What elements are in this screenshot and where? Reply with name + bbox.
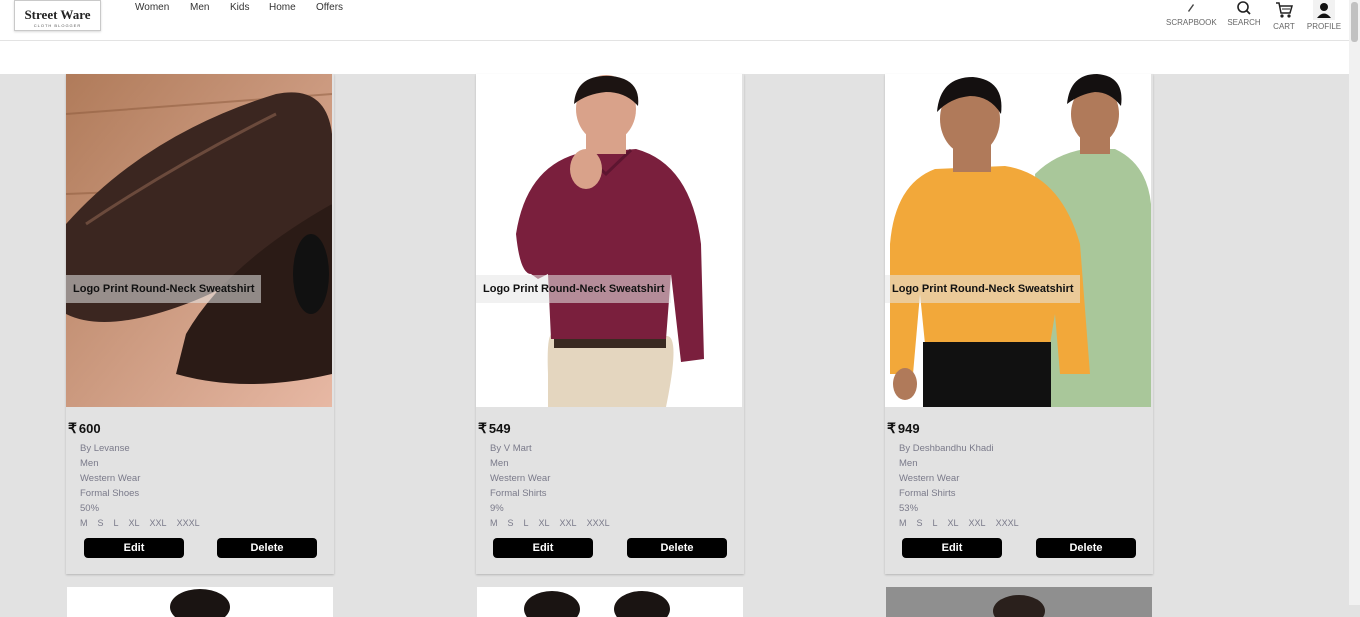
size-option[interactable]: S: [98, 518, 104, 528]
product-gender: Men: [80, 458, 99, 469]
shoes-image: [66, 74, 332, 407]
maroon-shirt-image: [476, 74, 742, 407]
nav-women[interactable]: Women: [135, 2, 169, 13]
product-card-partial[interactable]: [67, 587, 333, 617]
product-title: Logo Print Round-Neck Sweatshirt: [476, 275, 671, 303]
nav-men[interactable]: Men: [190, 2, 209, 13]
size-option[interactable]: XXL: [150, 518, 167, 528]
size-option[interactable]: XXXL: [177, 518, 200, 528]
profile-button[interactable]: PROFILE: [1306, 0, 1342, 31]
product-subcategory: Formal Shirts: [490, 488, 547, 499]
size-option[interactable]: XL: [539, 518, 550, 528]
product-gender: Men: [490, 458, 509, 469]
size-option[interactable]: XXL: [560, 518, 577, 528]
size-option[interactable]: XXXL: [996, 518, 1019, 528]
product-gender: Men: [899, 458, 918, 469]
size-option[interactable]: M: [490, 518, 498, 528]
product-image[interactable]: Logo Print Round-Neck Sweatshirt: [476, 74, 742, 407]
size-option[interactable]: S: [508, 518, 514, 528]
size-list: M S L XL XXL XXXL: [80, 518, 210, 528]
product-brand: By Deshbandhu Khadi: [899, 443, 994, 454]
product-image-partial: [993, 595, 1045, 617]
cart-icon: [1276, 2, 1293, 18]
pencil-icon: [1188, 4, 1194, 12]
size-list: M S L XL XXL XXXL: [899, 518, 1029, 528]
search-button[interactable]: SEARCH: [1226, 0, 1262, 27]
nav-kids[interactable]: Kids: [230, 2, 249, 13]
size-option[interactable]: XL: [948, 518, 959, 528]
product-title: Logo Print Round-Neck Sweatshirt: [66, 275, 261, 303]
product-category: Western Wear: [80, 473, 141, 484]
product-brand: By V Mart: [490, 443, 532, 454]
logo-title: Street Ware: [24, 7, 91, 22]
user-icon: [1313, 0, 1335, 20]
vertical-scrollbar[interactable]: [1349, 0, 1360, 605]
scrollbar-thumb[interactable]: [1351, 2, 1358, 42]
rupee-icon: ₹: [887, 420, 896, 436]
product-category: Western Wear: [899, 473, 960, 484]
product-image-partial: [170, 589, 230, 617]
size-option[interactable]: XL: [129, 518, 140, 528]
product-discount: 9%: [490, 503, 504, 514]
product-image[interactable]: Logo Print Round-Neck Sweatshirt: [66, 74, 332, 407]
size-option[interactable]: M: [899, 518, 907, 528]
formal-shirts-image: [885, 74, 1151, 407]
product-brand: By Levanse: [80, 443, 130, 454]
scrapbook-button[interactable]: SCRAPBOOK: [1166, 0, 1217, 27]
edit-button[interactable]: Edit: [493, 538, 593, 558]
product-image[interactable]: Logo Print Round-Neck Sweatshirt: [885, 74, 1151, 407]
size-list: M S L XL XXL XXXL: [490, 518, 620, 528]
product-card: Logo Print Round-Neck Sweatshirt ₹949 By…: [885, 74, 1153, 574]
product-price: ₹949: [887, 420, 920, 437]
product-subcategory: Formal Shoes: [80, 488, 140, 499]
nav-offers[interactable]: Offers: [316, 2, 343, 13]
rupee-icon: ₹: [68, 420, 77, 436]
product-category: Western Wear: [490, 473, 551, 484]
product-subcategory: Formal Shirts: [899, 488, 956, 499]
product-card-partial[interactable]: [477, 587, 743, 617]
subheader-strip: [0, 41, 1349, 74]
product-card: Logo Print Round-Neck Sweatshirt ₹600 By…: [66, 74, 334, 574]
brand-logo[interactable]: Street Ware CLOTH BLOGGER: [14, 0, 101, 31]
size-option[interactable]: L: [524, 518, 529, 528]
edit-button[interactable]: Edit: [84, 538, 184, 558]
cart-button[interactable]: CART: [1270, 0, 1298, 31]
price-value: 549: [488, 421, 511, 436]
product-title: Logo Print Round-Neck Sweatshirt: [885, 275, 1080, 303]
product-price: ₹549: [478, 420, 511, 437]
product-card-partial[interactable]: [886, 587, 1152, 617]
size-option[interactable]: XXL: [969, 518, 986, 528]
price-value: 949: [897, 421, 920, 436]
edit-button[interactable]: Edit: [902, 538, 1002, 558]
product-discount: 53%: [899, 503, 919, 514]
price-value: 600: [78, 421, 101, 436]
logo-subtitle: CLOTH BLOGGER: [33, 23, 82, 28]
cart-label: CART: [1273, 22, 1295, 31]
size-option[interactable]: L: [114, 518, 119, 528]
size-option[interactable]: XXXL: [587, 518, 610, 528]
top-header: Street Ware CLOTH BLOGGER Women Men Kids…: [0, 0, 1349, 41]
search-label: SEARCH: [1227, 18, 1261, 27]
delete-button[interactable]: Delete: [1036, 538, 1136, 558]
delete-button[interactable]: Delete: [217, 538, 317, 558]
size-option[interactable]: M: [80, 518, 88, 528]
search-icon: [1237, 1, 1251, 15]
profile-label: PROFILE: [1306, 22, 1342, 31]
size-option[interactable]: S: [917, 518, 923, 528]
product-image-partial: [524, 591, 670, 617]
rupee-icon: ₹: [478, 420, 487, 436]
product-card: Logo Print Round-Neck Sweatshirt ₹549 By…: [476, 74, 744, 574]
product-discount: 50%: [80, 503, 100, 514]
delete-button[interactable]: Delete: [627, 538, 727, 558]
size-option[interactable]: L: [933, 518, 938, 528]
scrapbook-label: SCRAPBOOK: [1166, 18, 1217, 27]
nav-home[interactable]: Home: [269, 2, 296, 13]
product-price: ₹600: [68, 420, 101, 437]
